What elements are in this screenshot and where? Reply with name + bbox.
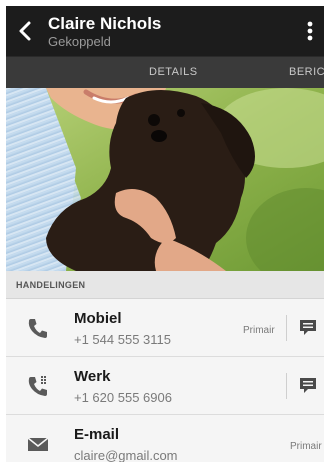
primary-badge: Primair <box>290 441 322 452</box>
email-label: E-mail <box>74 426 120 443</box>
tab-berichten[interactable]: BERICH <box>289 66 324 78</box>
contact-name: Claire Nichols <box>48 14 162 33</box>
divider <box>286 315 287 341</box>
phone-number: +1 620 555 6906 <box>74 390 172 405</box>
list-item-email[interactable]: E-mail claire@gmail.com Primair <box>6 415 324 462</box>
action-bar: Claire Nichols Gekoppeld <box>6 6 324 56</box>
phone-number: +1 544 555 3115 <box>74 332 171 347</box>
phone-label: Mobiel <box>74 310 122 327</box>
phone-icon <box>28 319 47 338</box>
phone-label: Werk <box>74 368 111 385</box>
list-item-work[interactable]: Werk +1 620 555 6906 <box>6 357 324 415</box>
email-icon <box>27 437 49 451</box>
list-item-mobile[interactable]: Mobiel +1 544 555 3115 Primair <box>6 299 324 357</box>
primary-badge: Primair <box>243 325 275 336</box>
message-icon[interactable] <box>298 377 318 395</box>
back-arrow-icon[interactable] <box>16 19 36 43</box>
tab-details[interactable]: DETAILS <box>149 66 198 78</box>
section-title: HANDELINGEN <box>16 280 86 290</box>
section-header: HANDELINGEN <box>6 271 324 299</box>
work-phone-icon <box>28 376 47 396</box>
email-address: claire@gmail.com <box>74 448 178 462</box>
contact-details-screen: Claire Nichols Gekoppeld DETAILS BERICH <box>6 6 324 462</box>
message-icon[interactable] <box>298 319 318 337</box>
overflow-menu-icon[interactable] <box>302 19 318 43</box>
tab-bar: DETAILS BERICH <box>6 56 324 88</box>
contact-status: Gekoppeld <box>48 34 111 49</box>
divider <box>286 373 287 399</box>
contact-photo[interactable] <box>6 88 324 271</box>
